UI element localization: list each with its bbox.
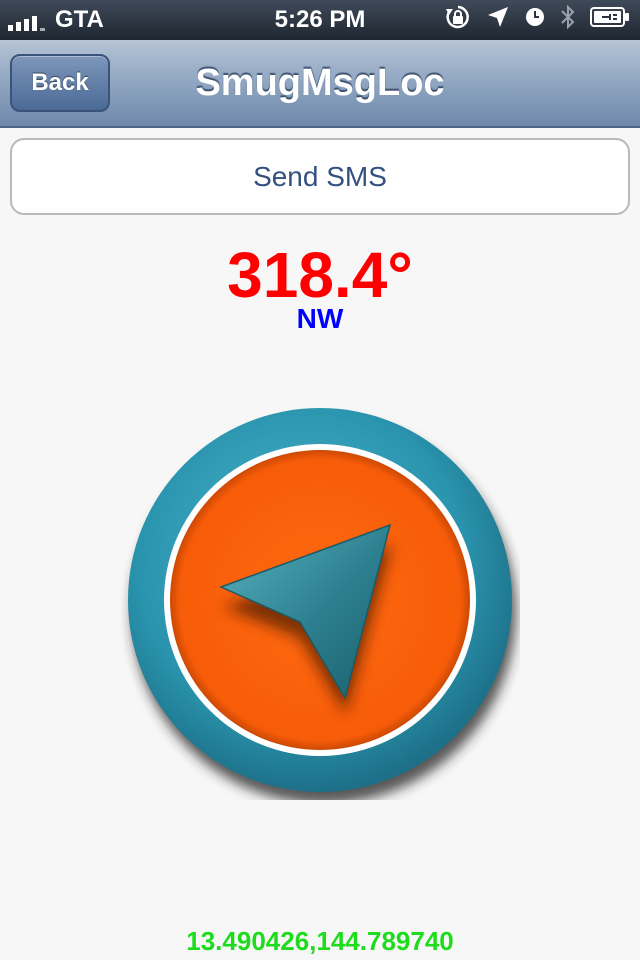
heading-direction: NW	[296, 303, 344, 334]
battery-charging-icon	[590, 6, 630, 35]
gps-coordinates: 13.490426,144.789740	[186, 926, 454, 956]
send-sms-button[interactable]: Send SMS	[10, 138, 630, 215]
alarm-icon	[524, 6, 546, 35]
location-icon	[486, 5, 510, 36]
status-right	[444, 0, 630, 40]
compass	[120, 400, 520, 804]
status-bar: GTA 5:26 PM	[0, 0, 640, 40]
bluetooth-icon	[560, 4, 576, 37]
back-button[interactable]: Back	[10, 54, 110, 112]
navigation-bar: SmugMsgLoc Back	[0, 40, 640, 128]
compass-arrow-icon	[128, 408, 516, 804]
orientation-lock-icon	[444, 3, 472, 38]
heading-degrees: 318.4°	[227, 239, 413, 311]
